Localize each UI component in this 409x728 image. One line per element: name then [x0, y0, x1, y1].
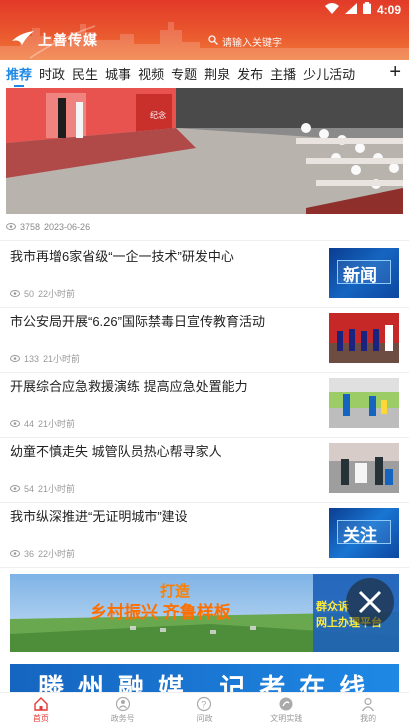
battery-icon	[362, 2, 371, 17]
eye-icon	[6, 222, 16, 232]
banner-line1: 打造	[160, 582, 190, 600]
search-icon	[208, 34, 218, 48]
news-item[interactable]: 我市纵深推进“无证明城市”建设 36 22小时前 关注	[0, 502, 409, 567]
nav-civilization-practice[interactable]: 文明实践	[245, 693, 327, 728]
news-time: 22小时前	[38, 289, 76, 299]
news-item[interactable]: 开展综合应急救援演练 提高应急处置能力 44 21小时前	[0, 372, 409, 437]
tab-politics[interactable]: 时政	[39, 64, 65, 83]
signal-icon	[344, 2, 357, 17]
svg-text:?: ?	[202, 700, 207, 710]
search-placeholder: 请输入关键字	[222, 37, 282, 49]
news-title: 我市纵深推进“无证明城市”建设	[10, 509, 188, 524]
app-header: 4:09 上善传媒 请输入关键字	[0, 0, 409, 60]
hero-meta: 3758 2023-06-26	[6, 222, 90, 232]
news-views: 133	[24, 353, 40, 364]
home-icon	[34, 697, 48, 711]
news-thumbnail	[329, 313, 399, 363]
news-time: 22小时前	[38, 549, 76, 559]
news-meta: 54 21小时前	[10, 482, 75, 495]
tab-anchor[interactable]: 主播	[270, 64, 296, 83]
banner2-text: 滕州融媒 记者在线	[38, 673, 380, 692]
news-item[interactable]: 市公安局开展“6.26”国际禁毒日宣传教育活动 133 21小时前	[0, 307, 409, 372]
user-icon	[362, 697, 375, 712]
status-time: 4:09	[376, 2, 401, 17]
news-views: 50	[24, 288, 35, 299]
news-views: 36	[24, 548, 35, 559]
tab-video[interactable]: 视频	[138, 64, 164, 83]
category-tabs: 推荐 时政 民生 城事 视频 专题 荆泉 发布 主播 少儿活动	[0, 60, 409, 87]
news-meta: 36 22小时前	[10, 547, 75, 560]
tab-city[interactable]: 城事	[105, 64, 131, 83]
hero-photo: 纪念	[6, 88, 403, 214]
status-bar: 4:09	[0, 0, 409, 20]
news-views: 54	[24, 483, 35, 494]
tab-jingquan[interactable]: 荆泉	[204, 64, 230, 83]
news-views: 44	[24, 418, 35, 429]
brand-logo: 上善传媒	[12, 30, 98, 50]
tab-kids-activity[interactable]: 少儿活动	[303, 64, 355, 83]
news-title: 市公安局开展“6.26”国际禁毒日宣传教育活动	[10, 314, 265, 329]
nav-label: 文明实践	[270, 714, 303, 723]
divider	[0, 240, 409, 241]
news-time: 21小时前	[38, 419, 76, 429]
tab-special[interactable]: 专题	[171, 64, 197, 83]
news-title: 开展综合应急救援演练 提高应急处置能力	[10, 379, 248, 394]
eye-icon	[10, 354, 20, 364]
add-tab-icon[interactable]: +	[389, 62, 401, 82]
news-time: 21小时前	[43, 354, 81, 364]
rural-revitalization-banner[interactable]: 打造 乡村振兴 齐鲁样板 群众诉 网上办理平台	[10, 574, 399, 652]
news-title: 幼童不慎走失 城管队员热心帮寻家人	[10, 444, 222, 459]
close-icon	[358, 590, 382, 614]
civilization-icon	[279, 697, 293, 711]
nav-label: 政务号	[110, 714, 135, 723]
eye-icon	[10, 419, 20, 429]
news-meta: 133 21小时前	[10, 352, 80, 365]
news-meta: 50 22小时前	[10, 287, 75, 300]
news-thumbnail	[329, 378, 399, 428]
wifi-icon	[324, 2, 339, 17]
nav-label: 我的	[360, 714, 377, 723]
hero-date: 2023-06-26	[44, 222, 91, 232]
search-bar[interactable]: 请输入关键字	[208, 32, 408, 50]
news-meta: 44 21小时前	[10, 417, 75, 430]
divider	[0, 567, 409, 568]
banner-side-line1: 群众诉	[315, 599, 349, 613]
hero-views: 3758	[20, 222, 41, 232]
news-time: 21小时前	[38, 484, 76, 494]
eye-icon	[10, 289, 20, 299]
brand-name: 上善传媒	[38, 33, 98, 49]
reporter-online-banner[interactable]: 滕州融媒 记者在线	[10, 664, 399, 692]
bottom-navigation: 首页 政务号 ? 问政 文明实践 我的	[0, 692, 409, 728]
nav-inquiry[interactable]: ? 问政	[164, 693, 246, 728]
news-item[interactable]: 我市再增6家省级“一企一技术”研发中心 50 22小时前 新闻	[0, 242, 409, 307]
hero-image[interactable]: 纪念	[6, 88, 403, 214]
eye-icon	[10, 549, 20, 559]
thumb-text: 新闻	[343, 266, 377, 286]
tab-recommend[interactable]: 推荐	[6, 64, 32, 87]
banner-line2: 乡村振兴 齐鲁样板	[90, 602, 232, 622]
nav-profile[interactable]: 我的	[327, 693, 409, 728]
close-banner-button[interactable]	[346, 578, 394, 626]
thumb-text: 关注	[343, 526, 377, 546]
banner-image: 打造 乡村振兴 齐鲁样板 群众诉 网上办理平台	[10, 574, 399, 652]
eye-icon	[10, 484, 20, 494]
bird-logo-icon	[12, 30, 34, 50]
nav-label: 首页	[32, 714, 49, 723]
question-icon: ?	[197, 696, 212, 712]
news-thumbnail: 新闻	[329, 248, 399, 298]
news-thumbnail: 关注	[329, 508, 399, 558]
stage-banner-text: 纪念	[150, 110, 166, 120]
tab-release[interactable]: 发布	[237, 64, 263, 83]
nav-government-account[interactable]: 政务号	[82, 693, 164, 728]
news-title: 我市再增6家省级“一企一技术”研发中心	[10, 249, 234, 264]
news-item[interactable]: 幼童不慎走失 城管队员热心帮寻家人 54 21小时前	[0, 437, 409, 502]
nav-label: 问政	[196, 714, 213, 723]
government-icon	[115, 696, 130, 712]
tab-livelihood[interactable]: 民生	[72, 64, 98, 83]
nav-home[interactable]: 首页	[0, 693, 82, 728]
news-thumbnail	[329, 443, 399, 493]
